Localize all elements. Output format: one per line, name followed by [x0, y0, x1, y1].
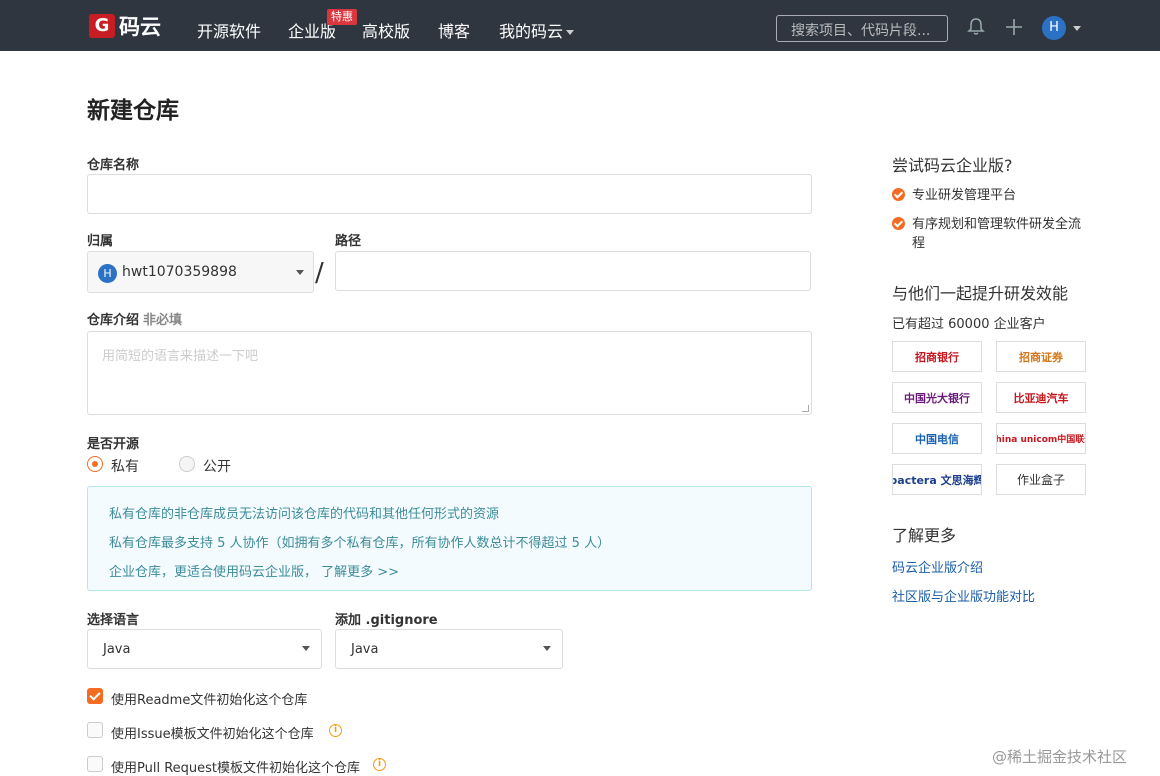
nav-university[interactable]: 高校版 — [362, 18, 410, 42]
radio-public-label[interactable]: 公开 — [203, 456, 231, 476]
open-source-label: 是否开源 — [87, 437, 140, 452]
customer-logo: pactera 文思海辉 — [892, 464, 982, 495]
nav-open-source[interactable]: 开源软件 — [197, 18, 261, 42]
nav-blog[interactable]: 博客 — [438, 18, 470, 42]
owner-select[interactable]: H hwt1070359898 — [87, 251, 314, 293]
customer-logo: 招商银行 — [892, 341, 982, 372]
notice-line: 私有仓库的非仓库成员无法访问该仓库的代码和其他任何形式的资源 — [109, 507, 500, 522]
logo-mark-icon: G — [89, 14, 115, 38]
together-heading: 与他们一起提升研发效能 — [892, 284, 1069, 303]
notice-learn-more-link[interactable]: 企业仓库，更适合使用码云企业版， 了解更多 >> — [109, 561, 399, 580]
desc-placeholder: 用简短的语言来描述一下吧 — [102, 349, 259, 364]
readme-checkbox[interactable] — [87, 688, 103, 704]
customer-logo: 作业盒子 — [996, 464, 1086, 495]
desc-textarea[interactable]: 用简短的语言来描述一下吧 — [87, 331, 812, 415]
hot-badge: 特惠 — [327, 9, 357, 25]
try-enterprise-heading: 尝试码云企业版? — [892, 156, 1013, 175]
feature-item: 有序规划和管理软件研发全流程 — [892, 215, 1088, 253]
repo-name-input[interactable] — [87, 174, 812, 214]
feature-text: 有序规划和管理软件研发全流程 — [912, 217, 1082, 251]
path-input[interactable] — [335, 251, 811, 291]
owner-avatar: H — [98, 264, 117, 283]
gitignore-value: Java — [351, 642, 379, 657]
user-avatar[interactable]: H — [1042, 16, 1066, 40]
check-circle-icon — [892, 188, 905, 201]
radio-private[interactable] — [87, 456, 103, 472]
learn-more-heading: 了解更多 — [892, 526, 957, 545]
chevron-down-icon — [543, 646, 551, 651]
issue-template-checkbox-label[interactable]: 使用Issue模板文件初始化这个仓库 — [111, 723, 314, 742]
customer-logo: 中国光大银行 — [892, 382, 982, 413]
pr-template-checkbox[interactable] — [87, 756, 103, 772]
readme-checkbox-label[interactable]: 使用Readme文件初始化这个仓库 — [111, 689, 307, 708]
private-repo-notice: 私有仓库的非仓库成员无法访问该仓库的代码和其他任何形式的资源 私有仓库最多支持 … — [87, 486, 812, 591]
chevron-down-icon — [566, 30, 575, 35]
nav-my-gitee[interactable]: 我的码云 — [499, 18, 575, 42]
resize-handle-icon[interactable] — [802, 405, 809, 412]
customer-logo: 招商证券 — [996, 341, 1086, 372]
repo-name-label: 仓库名称 — [87, 158, 140, 173]
plus-icon[interactable] — [1004, 17, 1024, 37]
owner-label: 归属 — [87, 234, 114, 249]
issue-template-checkbox[interactable] — [87, 722, 103, 738]
chevron-down-icon — [302, 646, 310, 651]
info-icon[interactable]: i — [373, 758, 386, 771]
pr-template-checkbox-label[interactable]: 使用Pull Request模板文件初始化这个仓库 — [111, 757, 360, 776]
chevron-down-icon — [296, 270, 304, 275]
page-title: 新建仓库 — [87, 98, 179, 124]
bell-icon[interactable] — [966, 17, 986, 37]
owner-value: hwt1070359898 — [122, 264, 237, 280]
feature-item: 专业研发管理平台 — [892, 186, 1088, 205]
customer-logo: 比亚迪汽车 — [996, 382, 1086, 413]
enterprise-intro-link[interactable]: 码云企业版介绍 — [892, 557, 983, 576]
watermark: @稀土掘金技术社区 — [992, 748, 1128, 766]
feature-text: 专业研发管理平台 — [912, 188, 1017, 203]
edition-compare-link[interactable]: 社区版与企业版功能对比 — [892, 586, 1035, 605]
path-label: 路径 — [335, 234, 362, 249]
language-value: Java — [103, 642, 131, 657]
desc-label-text: 仓库介绍 — [87, 313, 140, 328]
info-icon[interactable]: i — [329, 724, 342, 737]
path-separator: / — [315, 258, 324, 288]
search-input[interactable]: 搜索项目、代码片段... — [776, 15, 948, 42]
top-navbar: G 码云 开源软件 企业版 特惠 高校版 博客 我的码云 搜索项目、代码片段..… — [0, 0, 1160, 51]
language-label: 选择语言 — [87, 613, 140, 628]
desc-label: 仓库介绍 非必填 — [87, 309, 182, 328]
desc-optional-text: 非必填 — [143, 313, 183, 328]
notice-line: 私有仓库最多支持 5 人协作（如拥有多个私有仓库，所有协作人数总计不得超过 5 … — [109, 536, 611, 551]
gitignore-select[interactable]: Java — [335, 629, 563, 669]
gitee-logo[interactable]: G 码云 — [89, 14, 161, 39]
customer-logo: 中国电信 — [892, 423, 982, 454]
check-circle-icon — [892, 217, 905, 230]
avatar-chevron-down-icon[interactable] — [1073, 26, 1081, 31]
nav-my-gitee-label: 我的码云 — [499, 22, 564, 41]
gitignore-label: 添加 .gitignore — [335, 613, 438, 628]
language-select[interactable]: Java — [87, 629, 322, 669]
customer-logo: China unicom中国联通 — [996, 423, 1086, 454]
radio-private-label[interactable]: 私有 — [111, 456, 139, 476]
customers-count: 已有超过 60000 企业客户 — [892, 317, 1046, 332]
radio-public[interactable] — [179, 456, 195, 472]
logo-text: 码云 — [119, 15, 161, 39]
